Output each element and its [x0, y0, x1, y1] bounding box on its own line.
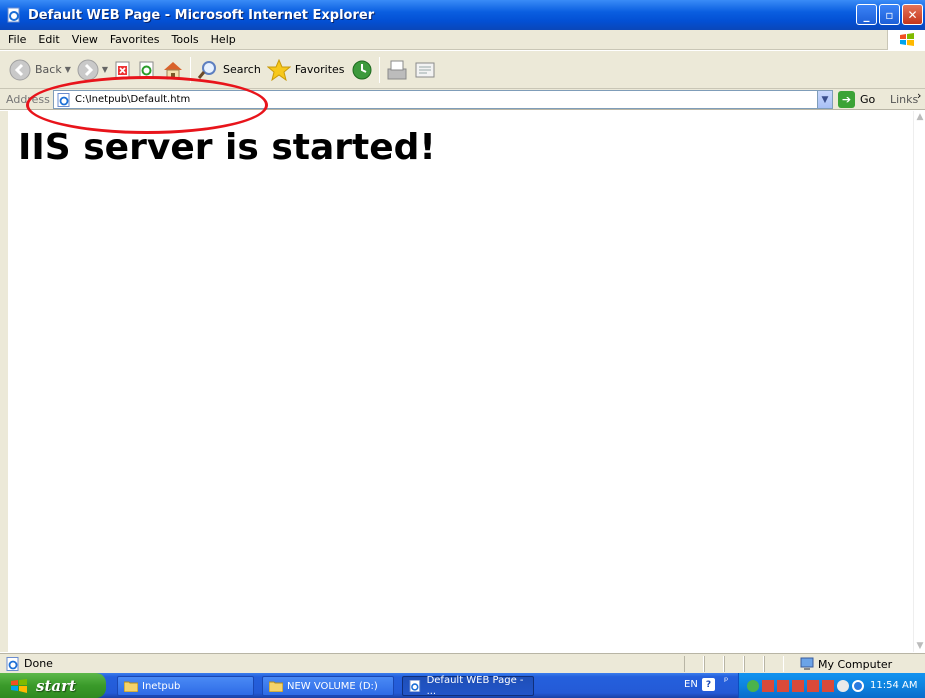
- menu-file[interactable]: File: [0, 33, 32, 46]
- chevron-down-icon[interactable]: ▼: [817, 91, 832, 108]
- maximize-button[interactable]: ▫: [879, 4, 900, 25]
- sound-icon[interactable]: [837, 679, 849, 692]
- menu-help[interactable]: Help: [205, 33, 242, 46]
- back-arrow-icon: [9, 59, 31, 80]
- ie-page-icon: [7, 7, 20, 23]
- history-icon: [352, 60, 372, 79]
- window-title: Default WEB Page - Microsoft Internet Ex…: [28, 7, 375, 23]
- task-ie-window[interactable]: Default WEB Page - ...: [402, 675, 534, 697]
- scroll-down-icon[interactable]: ▼: [914, 640, 925, 652]
- task-new-volume[interactable]: NEW VOLUME (D:): [262, 676, 394, 696]
- scroll-up-icon[interactable]: ▲: [914, 111, 925, 123]
- network-icon[interactable]: [762, 679, 774, 692]
- task-label: NEW VOLUME (D:): [287, 680, 378, 692]
- close-button[interactable]: ✕: [902, 4, 923, 25]
- network-icon[interactable]: [747, 679, 759, 692]
- menu-edit[interactable]: Edit: [32, 33, 65, 46]
- vertical-scrollbar[interactable]: ▲ ▼: [913, 111, 925, 652]
- go-arrow-icon: ➔: [838, 91, 855, 108]
- mail-icon: [387, 60, 407, 79]
- system-tray: 11:54 AM: [738, 673, 925, 698]
- menu-tools[interactable]: Tools: [166, 33, 205, 46]
- ie-page-icon: [57, 92, 70, 107]
- chevron-icon[interactable]: ᵖ: [724, 676, 728, 687]
- history-button[interactable]: [348, 55, 376, 85]
- page-content: IIS server is started!: [8, 111, 912, 652]
- home-icon: [164, 61, 183, 79]
- address-label: Address: [6, 92, 50, 106]
- standard-toolbar: Back ▼ ▼ Search Favorites: [0, 51, 925, 89]
- page-heading: IIS server is started!: [18, 127, 436, 168]
- start-label: start: [36, 676, 76, 695]
- status-bar: Done My Computer: [0, 653, 925, 673]
- network-icon[interactable]: [777, 679, 789, 692]
- network-icon[interactable]: [822, 679, 834, 692]
- folder-icon: [124, 681, 138, 692]
- address-bar: Address ▼ ➔ Go Links ›: [0, 89, 925, 110]
- window-frame: [0, 111, 8, 652]
- taskbar: start Inetpub NEW VOLUME (D:) Default WE…: [0, 673, 925, 698]
- ie-page-icon: [6, 656, 19, 671]
- search-button[interactable]: Search: [194, 55, 264, 85]
- address-field[interactable]: ▼: [53, 90, 833, 109]
- start-button[interactable]: start: [0, 673, 106, 698]
- chevron-down-icon[interactable]: ▼: [102, 65, 108, 74]
- favorites-button[interactable]: Favorites: [264, 55, 348, 85]
- back-label: Back: [35, 63, 62, 76]
- clock[interactable]: 11:54 AM: [870, 680, 917, 691]
- url-input[interactable]: [75, 94, 815, 105]
- forward-button[interactable]: ▼: [74, 55, 111, 85]
- language-indicator[interactable]: EN: [684, 679, 698, 690]
- print-icon: [415, 62, 435, 77]
- favorites-label: Favorites: [294, 63, 345, 76]
- toolbar-separator: [190, 56, 192, 83]
- status-panes: [684, 656, 784, 672]
- network-icon[interactable]: [792, 679, 804, 692]
- status-text: Done: [24, 657, 53, 670]
- menu-bar: File Edit View Favorites Tools Help: [0, 30, 925, 50]
- task-inetpub[interactable]: Inetpub: [117, 676, 254, 696]
- menu-favorites[interactable]: Favorites: [104, 33, 166, 46]
- title-bar[interactable]: Default WEB Page - Microsoft Internet Ex…: [0, 0, 925, 30]
- refresh-button[interactable]: [135, 55, 159, 85]
- computer-icon: [800, 657, 814, 670]
- windows-flag-icon: [11, 678, 27, 693]
- stop-icon: [115, 61, 130, 78]
- home-button[interactable]: [159, 55, 187, 85]
- search-label: Search: [223, 63, 261, 76]
- search-icon: [197, 60, 217, 79]
- toolbar-separator: [378, 56, 380, 83]
- forward-arrow-icon: [77, 59, 99, 80]
- folder-icon: [269, 681, 283, 692]
- go-label: Go: [860, 93, 876, 106]
- back-button[interactable]: Back ▼: [6, 55, 74, 85]
- zone-label: My Computer: [818, 657, 893, 671]
- minimize-button[interactable]: _: [856, 4, 877, 25]
- print-button[interactable]: [411, 55, 439, 85]
- task-label: Default WEB Page - ...: [426, 675, 524, 697]
- security-zone: My Computer: [800, 657, 892, 671]
- ie-page-icon: [409, 680, 421, 692]
- refresh-icon: [139, 61, 154, 78]
- security-icon[interactable]: [852, 679, 864, 692]
- network-icon[interactable]: [807, 679, 819, 692]
- links-button[interactable]: Links: [890, 93, 918, 106]
- chevron-right-icon[interactable]: ›: [917, 89, 921, 102]
- menu-view[interactable]: View: [66, 33, 104, 46]
- mail-button[interactable]: [383, 55, 411, 85]
- task-label: Inetpub: [142, 680, 181, 692]
- chevron-down-icon[interactable]: ▼: [65, 65, 71, 74]
- windows-logo-icon: [887, 30, 925, 50]
- go-button[interactable]: ➔ Go: [838, 91, 875, 108]
- stop-button[interactable]: [111, 55, 135, 85]
- star-icon: [266, 58, 291, 81]
- help-icon[interactable]: ?: [702, 678, 715, 691]
